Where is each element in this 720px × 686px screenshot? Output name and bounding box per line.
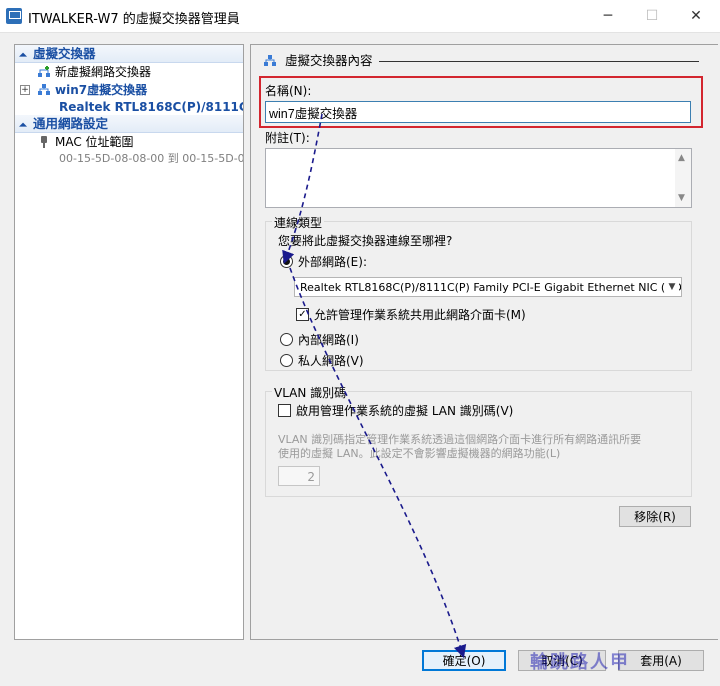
name-input[interactable] (265, 101, 691, 123)
properties-title: 虛擬交換器內容 (285, 53, 373, 68)
collapse-icon[interactable]: ⏶ (19, 117, 33, 134)
notes-label: 附註(T): (265, 131, 310, 145)
name-label: 名稱(N): (265, 84, 312, 98)
new-switch-item[interactable]: 新虛擬網路交換器 (15, 63, 243, 81)
properties-header: 虛擬交換器內容 (263, 53, 373, 69)
vlan-id-input[interactable]: 2 (278, 466, 320, 486)
section-label: 虛擬交換器 (33, 46, 96, 61)
adapter-select[interactable]: Realtek RTL8168C(P)/8111C(P) Family PCI-… (294, 277, 682, 297)
switch-item-win7[interactable]: + win7虛擬交換器 (15, 81, 243, 99)
remove-button[interactable]: 移除(R) (619, 506, 691, 527)
notes-textarea[interactable]: ▲ ▼ (265, 148, 692, 208)
section-virtual-switches[interactable]: ⏶ 虛擬交換器 (15, 45, 243, 63)
notes-scrollbar[interactable]: ▲ ▼ (675, 149, 691, 207)
private-radio[interactable] (280, 354, 293, 367)
section-global-network[interactable]: ⏶ 通用網路設定 (15, 115, 243, 133)
mac-range-label: MAC 位址範圍 (55, 135, 134, 149)
switch-adapter-label: Realtek RTL8168C(P)/8111C(... (59, 100, 243, 114)
watermark: 輪跳路人甲 (530, 652, 630, 673)
properties-pane: 虛擬交換器內容 名稱(N): 附註(T): ▲▼ 連線類型 您要將此虛擬交換器連… (250, 44, 718, 640)
close-button[interactable]: ✕ (676, 4, 716, 28)
scroll-down-icon[interactable]: ▼ (678, 193, 685, 203)
external-radio[interactable] (280, 255, 293, 268)
network-switch-icon (264, 55, 276, 66)
mac-range-value: 00-15-5D-08-08-00 到 00-15-5D-0... (59, 152, 244, 165)
connection-question: 您要將此虛擬交換器連線至哪裡? (278, 234, 453, 248)
switch-name-label: win7虛擬交換器 (55, 83, 148, 97)
allow-mgmt-checkbox[interactable]: ✓ (296, 308, 309, 321)
minimize-button[interactable]: ─ (588, 4, 628, 28)
adapter-value: Realtek RTL8168C(P)/8111C(P) Family PCI-… (300, 281, 682, 294)
collapse-icon[interactable]: ⏶ (19, 47, 33, 64)
new-switch-icon (38, 66, 50, 77)
vlan-desc-2: 使用的虛擬 LAN。此設定不會影響虛擬機器的網路功能(L) (278, 447, 561, 460)
private-label: 私人網路(V) (298, 354, 364, 368)
plug-icon (41, 136, 47, 148)
connection-type-title: 連線類型 (272, 214, 325, 231)
expand-icon[interactable]: + (20, 85, 30, 95)
scroll-up-icon[interactable]: ▲ (678, 153, 685, 163)
apply-button[interactable]: 套用(A) (618, 650, 704, 671)
vlan-enable-checkbox[interactable] (278, 404, 291, 417)
external-label: 外部網路(E): (298, 255, 367, 269)
vlan-enable-label: 啟用管理作業系統的虛擬 LAN 識別碼(V) (296, 404, 514, 418)
window-title: ITWALKER-W7 的虛擬交換器管理員 (28, 12, 240, 27)
maximize-button[interactable]: ☐ (632, 4, 672, 28)
ok-button[interactable]: 確定(O) (422, 650, 506, 671)
chevron-down-icon[interactable]: ▼ (665, 278, 679, 296)
title-bar: ITWALKER-W7 的虛擬交換器管理員 ─ ☐ ✕ (0, 0, 720, 33)
mac-range-item[interactable]: MAC 位址範圍 (15, 133, 243, 151)
new-switch-label: 新虛擬網路交換器 (55, 65, 152, 79)
app-icon (6, 8, 22, 24)
internal-radio[interactable] (280, 333, 293, 346)
network-switch-icon (38, 84, 50, 95)
header-divider (379, 61, 699, 62)
allow-mgmt-label: 允許管理作業系統共用此網路介面卡(M) (314, 308, 526, 322)
vlan-group: VLAN 識別碼 啟用管理作業系統的虛擬 LAN 識別碼(V) VLAN 識別碼… (265, 384, 692, 497)
vlan-title: VLAN 識別碼 (272, 384, 349, 401)
connection-type-group: 連線類型 您要將此虛擬交換器連線至哪裡? 外部網路(E): Realtek RT… (265, 214, 692, 371)
internal-label: 內部網路(I) (298, 333, 359, 347)
section-label: 通用網路設定 (33, 116, 109, 131)
sidebar: ⏶ 虛擬交換器 新虛擬網路交換器 + win7虛擬交換器 Realtek RTL8… (14, 44, 244, 640)
